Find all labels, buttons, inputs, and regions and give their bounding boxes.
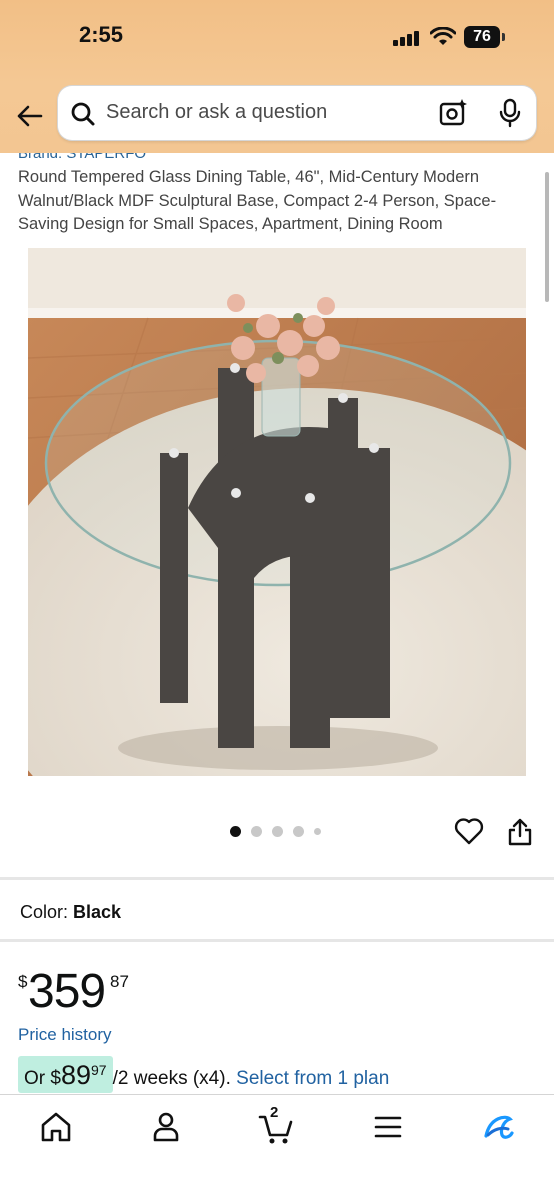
carousel-dot[interactable]: [251, 826, 262, 837]
battery-level: 76: [464, 26, 500, 48]
carousel-dot[interactable]: [230, 826, 241, 837]
scrollbar[interactable]: [545, 172, 549, 302]
image-carousel-dots[interactable]: [230, 826, 321, 837]
installment-currency: $: [50, 1068, 61, 1089]
price-currency: $: [18, 972, 28, 991]
color-selector[interactable]: Color: Black: [20, 902, 121, 923]
installment-prefix: Or: [24, 1068, 51, 1089]
cart-count: 2: [270, 1104, 279, 1121]
search-input[interactable]: Search or ask a question: [106, 101, 327, 124]
heart-icon[interactable]: [454, 817, 484, 845]
cart-button[interactable]: 2: [258, 1104, 294, 1145]
back-arrow-icon[interactable]: [14, 101, 44, 131]
battery-cap: [502, 33, 505, 41]
menu-icon[interactable]: [370, 1109, 406, 1145]
status-time: 2:55: [79, 22, 124, 47]
installment-cents: 97: [91, 1062, 107, 1078]
divider: [0, 939, 554, 942]
installment-whole: 89: [60, 1060, 92, 1090]
camera-search-icon[interactable]: [438, 98, 468, 128]
price-history-link[interactable]: Price history: [18, 1025, 112, 1045]
installment-suffix: /2 weeks (x4).: [112, 1068, 237, 1089]
search-bar[interactable]: Search or ask a question: [58, 86, 536, 140]
app-header: 2:55 76 Search or ask a question: [0, 0, 554, 153]
search-icon: [71, 102, 95, 126]
color-label: Color:: [20, 902, 69, 922]
color-value: Black: [73, 902, 122, 922]
price-whole: 359: [28, 965, 106, 1018]
installment-plan: Or $8997/2 weeks (x4). Select from 1 pla…: [18, 1056, 389, 1093]
carousel-dot[interactable]: [293, 826, 304, 837]
wifi-icon: [430, 27, 456, 45]
share-icon[interactable]: [507, 817, 533, 847]
product-image[interactable]: [28, 248, 526, 776]
cellular-signal-icon: [393, 31, 419, 46]
bottom-navigation: 2: [0, 1094, 554, 1201]
divider: [0, 877, 554, 880]
price-cents: 87: [110, 972, 129, 991]
installment-amount: Or $8997: [18, 1056, 113, 1093]
microphone-icon[interactable]: [498, 98, 522, 128]
home-icon[interactable]: [38, 1109, 74, 1145]
rufus-icon[interactable]: [480, 1109, 516, 1145]
select-plan-link[interactable]: Select from 1 plan: [236, 1068, 389, 1089]
product-title: Round Tempered Glass Dining Table, 46", …: [18, 168, 497, 233]
carousel-dot[interactable]: [314, 828, 321, 835]
carousel-dot[interactable]: [272, 826, 283, 837]
account-icon[interactable]: [148, 1109, 184, 1145]
